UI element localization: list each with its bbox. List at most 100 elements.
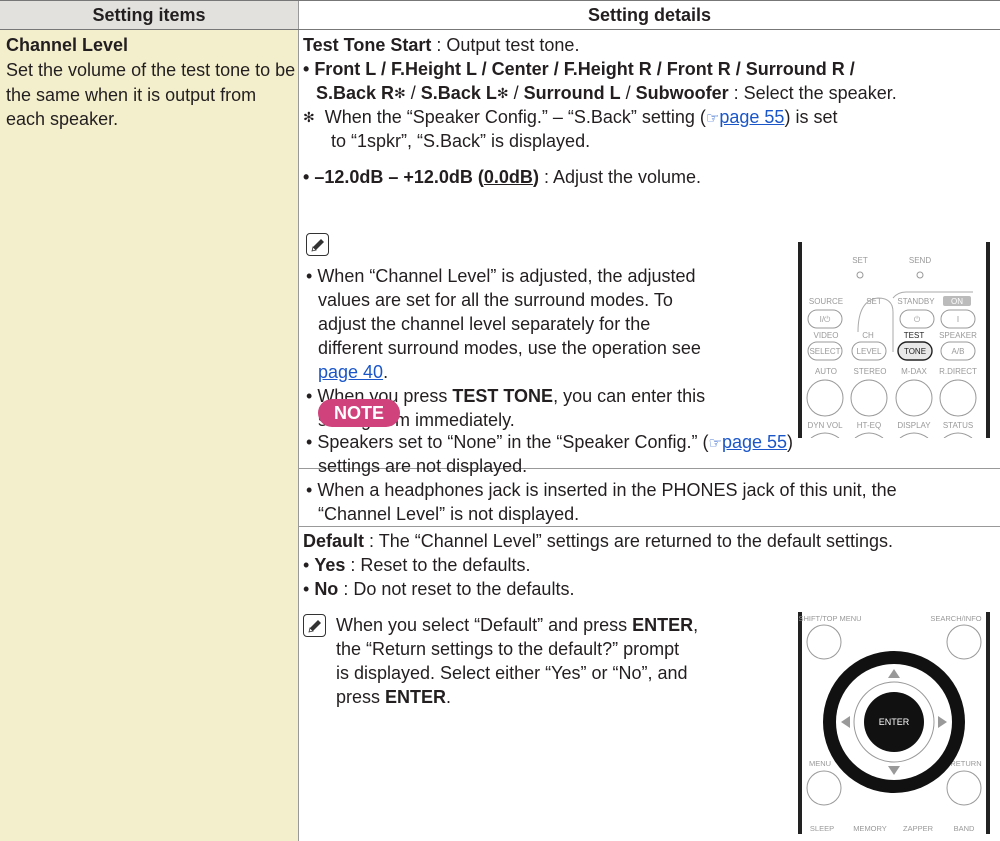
default-label: Default xyxy=(303,531,365,551)
test-tone-line: Test Tone Start : Output test tone. xyxy=(303,33,579,57)
test-label: TEST xyxy=(904,331,925,340)
tip1-line-4: different surround modes, use the operat… xyxy=(318,338,701,358)
tip3-text-a: When you select “Default” and press xyxy=(336,615,633,635)
level-button: LEVEL xyxy=(857,347,882,356)
speaker-front-r: Front R xyxy=(666,59,731,79)
tip1-period: . xyxy=(383,362,389,382)
tip1-line-5: page 40. xyxy=(318,360,388,384)
asterisk-mark: ✻ xyxy=(496,85,509,101)
speaker-sback-r: S.Back R xyxy=(316,83,395,103)
speaker-subwoofer: Subwoofer xyxy=(635,83,729,103)
return-label: RETURN xyxy=(950,759,981,768)
tip1-text-1: When “Channel Level” is adjusted, the ad… xyxy=(317,266,696,286)
default-text: : The “Channel Level” settings are retur… xyxy=(364,531,893,551)
test-tone-button: TONE xyxy=(904,347,926,356)
range-text: : Adjust the volume. xyxy=(538,167,702,187)
pencil-icon xyxy=(303,614,326,637)
search-info-label: SEARCH/INFO xyxy=(930,614,981,623)
speaker-fheight-l: F.Height L xyxy=(390,59,477,79)
speaker-label: SPEAKER xyxy=(939,331,977,340)
test-tone-label: Test Tone Start xyxy=(303,35,432,55)
send-label: SEND xyxy=(909,256,931,265)
sleep-label: SLEEP xyxy=(810,824,834,833)
yes-option: • Yes : Reset to the defaults. xyxy=(303,555,531,575)
tip1-line-1: • When “Channel Level” is adjusted, the … xyxy=(306,266,696,286)
note2-line-1: • When a headphones jack is inserted in … xyxy=(306,480,897,500)
tip3-line-1: When you select “Default” and press ENTE… xyxy=(336,613,698,637)
speaker-list-line-1: • Front L / F.Height L / Center / F.Heig… xyxy=(303,59,855,79)
footnote-text: When the “Speaker Config.” – “S.Back” se… xyxy=(324,107,706,127)
source-power-button: I/⏻ xyxy=(820,315,831,324)
standby-button: ⏻ xyxy=(914,315,921,324)
page-55-link-2[interactable]: page 55 xyxy=(722,432,787,452)
tip3-line-2: the “Return settings to the default?” pr… xyxy=(336,639,680,659)
speaker-list-line-2: S.Back R✻ / S.Back L✻ / Surround L / Sub… xyxy=(316,83,897,103)
footnote-text-end: ) is set xyxy=(784,107,838,127)
set-label: SET xyxy=(852,256,868,265)
pencil-icon xyxy=(306,233,329,256)
select-button: SELECT xyxy=(809,347,840,356)
footnote-line-1: ✻ When the “Speaker Config.” – “S.Back” … xyxy=(303,105,837,131)
dynvol-label: DYN VOL xyxy=(807,421,843,430)
speaker-fheight-r: F.Height R xyxy=(563,59,652,79)
test-tone-key: TEST TONE xyxy=(452,386,554,406)
remote-test-tone-image: SET SEND SOURCE SET STANDBY ON I/⏻ ⏻ I V… xyxy=(798,242,990,438)
default-line: Default : The “Channel Level” settings a… xyxy=(303,529,893,553)
range-label: –12.0dB – +12.0dB ( xyxy=(314,167,484,187)
zapper-label: ZAPPER xyxy=(903,824,934,833)
shift-top-menu-label: SHIFT/TOP MENU xyxy=(798,614,861,623)
tip3-period: . xyxy=(446,687,452,707)
tip3-line-4: press ENTER. xyxy=(336,685,451,709)
page-ref-icon: ☞ xyxy=(705,110,720,127)
default-row-divider xyxy=(298,526,1000,527)
setting-item-title: Channel Level xyxy=(6,35,129,55)
page-40-link[interactable]: page 40 xyxy=(318,362,383,382)
auto-label: AUTO xyxy=(815,367,837,376)
manual-page: Setting items Setting details Channel Le… xyxy=(0,0,1000,841)
source-label: SOURCE xyxy=(809,297,843,306)
on-button: I xyxy=(957,315,959,324)
asterisk-mark: ✻ xyxy=(394,85,406,101)
footnote-line-2: to “1spkr”, “S.Back” is displayed. xyxy=(331,131,591,151)
enter-key-1: ENTER xyxy=(632,615,694,635)
page-ref-icon: ☞ xyxy=(708,435,722,452)
note1-line-2: settings are not displayed. xyxy=(318,456,528,476)
tip3-line-3: is displayed. Select either “Yes” or “No… xyxy=(336,663,688,683)
enter-button-label: ENTER xyxy=(879,717,910,727)
speaker-sback-l: S.Back L xyxy=(420,83,497,103)
speaker-surround-r: Surround R xyxy=(745,59,845,79)
test-tone-text: : Output test tone. xyxy=(431,35,580,55)
tip3-comma: , xyxy=(693,615,699,635)
no-text: : Do not reset to the defaults. xyxy=(338,579,575,599)
header-setting-items: Setting items xyxy=(0,1,298,29)
ab-button: A/B xyxy=(952,347,965,356)
standby-label: STANDBY xyxy=(897,297,935,306)
enter-key-2: ENTER xyxy=(385,687,447,707)
volume-range-line: • –12.0dB – +12.0dB (0.0dB) : Adjust the… xyxy=(303,167,702,187)
asterisk-mark: ✻ xyxy=(303,109,315,125)
on-label: ON xyxy=(951,297,963,306)
status-label: STATUS xyxy=(943,421,973,430)
hteq-label: HT-EQ xyxy=(857,421,881,430)
stereo-label: STEREO xyxy=(854,367,887,376)
column-divider xyxy=(298,30,299,841)
ch-label: CH xyxy=(862,331,874,340)
page-55-link[interactable]: page 55 xyxy=(719,107,784,127)
note2-text: When a headphones jack is inserted in th… xyxy=(317,480,897,500)
note1-line-1: • Speakers set to “None” in the “Speaker… xyxy=(306,432,794,452)
range-default: 0.0dB xyxy=(483,167,533,187)
speaker-front-l: Front L xyxy=(314,59,376,79)
menu-label: MENU xyxy=(809,759,831,768)
speaker-surround-l: Surround L xyxy=(523,83,621,103)
note1-text: Speakers set to “None” in the “Speaker C… xyxy=(317,432,709,452)
display-label: DISPLAY xyxy=(897,421,931,430)
select-speaker-text: : Select the speaker. xyxy=(728,83,897,103)
header-setting-details: Setting details xyxy=(298,1,1000,29)
speaker-center: Center xyxy=(491,59,549,79)
tip2-text-b: , you can enter this xyxy=(553,386,706,406)
note2-line-2: “Channel Level” is not displayed. xyxy=(318,504,580,524)
remote-enter-pad-image: SHIFT/TOP MENU SEARCH/INFO MENU RETURN E… xyxy=(798,612,990,834)
note1-close: ) xyxy=(787,432,794,452)
tip1-line-2: values are set for all the surround mode… xyxy=(318,290,673,310)
band-label: BAND xyxy=(954,824,975,833)
